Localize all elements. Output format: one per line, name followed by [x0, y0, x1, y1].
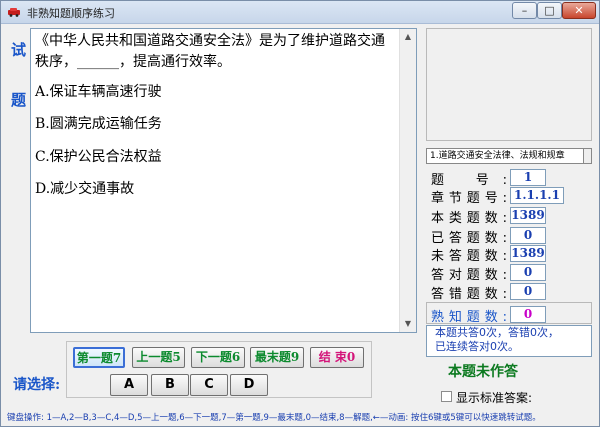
stat-value-unanswered: 1389: [510, 245, 546, 262]
title-bar: 非熟知题顺序练习 – □ ✕: [1, 1, 599, 24]
chapter-select[interactable]: 1.道路交通安全法律、法规和规章: [426, 148, 584, 164]
stat-value-chapter-no: 1.1.1.1: [510, 187, 564, 204]
first-question-button[interactable]: 第一题7: [73, 347, 125, 368]
option-d: D.减少交通事故: [35, 181, 135, 197]
stat-value-answered: 0: [510, 227, 546, 244]
question-side-label-top: 试: [11, 41, 27, 59]
window-title: 非熟知题顺序练习: [27, 7, 115, 20]
stat-value-known: 0: [510, 306, 546, 323]
car-icon: [8, 8, 20, 17]
answer-history-line-2: 已连续答对0次。: [435, 340, 519, 353]
option-c: C.保护公民合法权益: [35, 149, 162, 165]
main-window: 非熟知题顺序练习 – □ ✕ 试 题 《中华人民共和国道路交通安全法》是为了维护…: [0, 0, 600, 427]
scroll-up-arrow-icon[interactable]: ▲: [400, 29, 416, 45]
stat-label-known: 熟知题数:: [431, 310, 507, 325]
option-b: B.圆满完成运输任务: [35, 116, 162, 132]
vertical-scrollbar[interactable]: ▲ ▼: [399, 29, 416, 332]
show-answer-checkbox[interactable]: [441, 391, 452, 402]
question-image-panel: [426, 28, 592, 141]
minimize-button[interactable]: –: [512, 2, 537, 19]
stat-label-correct: 答对题数:: [431, 268, 507, 283]
stat-label-unanswered: 未答题数:: [431, 249, 507, 264]
answer-status: 本题未作答: [448, 364, 518, 380]
choose-label: 请选择:: [13, 377, 61, 393]
question-box[interactable]: 《中华人民共和国道路交通安全法》是为了维护道路交通秩序，______，提高通行效…: [30, 28, 417, 333]
last-question-button[interactable]: 最末题9: [250, 347, 304, 368]
end-button[interactable]: 结 束0: [310, 347, 364, 368]
stat-label-question-no: 题 号:: [431, 173, 507, 188]
chapter-dropdown-arrow[interactable]: [584, 148, 592, 164]
stat-label-wrong: 答错题数:: [431, 287, 507, 302]
stat-label-total: 本类题数:: [431, 211, 507, 226]
maximize-button[interactable]: □: [537, 2, 562, 19]
next-question-button[interactable]: 下一题6: [191, 347, 245, 368]
stat-value-question-no: 1: [510, 169, 546, 186]
answer-a-button[interactable]: A: [110, 374, 148, 396]
previous-question-button[interactable]: 上一题5: [132, 347, 185, 368]
answer-c-button[interactable]: C: [190, 374, 228, 396]
stat-label-answered: 已答题数:: [431, 231, 507, 246]
stat-label-chapter-no: 章节题号:: [431, 191, 507, 206]
show-answer-label[interactable]: 显示标准答案:: [456, 389, 532, 406]
stat-value-wrong: 0: [510, 283, 546, 300]
close-button[interactable]: ✕: [562, 2, 596, 19]
scroll-down-arrow-icon[interactable]: ▼: [400, 316, 416, 332]
answer-history-line-1: 本题共答0次，答错0次，: [435, 326, 559, 339]
stat-value-total: 1389: [510, 207, 546, 224]
question-text: 《中华人民共和国道路交通安全法》是为了维护道路交通秩序，______，提高通行效…: [35, 33, 385, 70]
answer-history-box: 本题共答0次，答错0次， 已连续答对0次。: [426, 325, 592, 357]
question-side-label-bottom: 题: [11, 91, 27, 109]
answer-b-button[interactable]: B: [151, 374, 189, 396]
option-a: A.保证车辆高速行驶: [35, 84, 162, 100]
keyboard-help-text: 键盘操作: 1—A,2—B,3—C,4—D,5—上一题,6—下一题,7—第一题,…: [7, 413, 541, 423]
answer-d-button[interactable]: D: [230, 374, 268, 396]
stat-value-correct: 0: [510, 264, 546, 281]
